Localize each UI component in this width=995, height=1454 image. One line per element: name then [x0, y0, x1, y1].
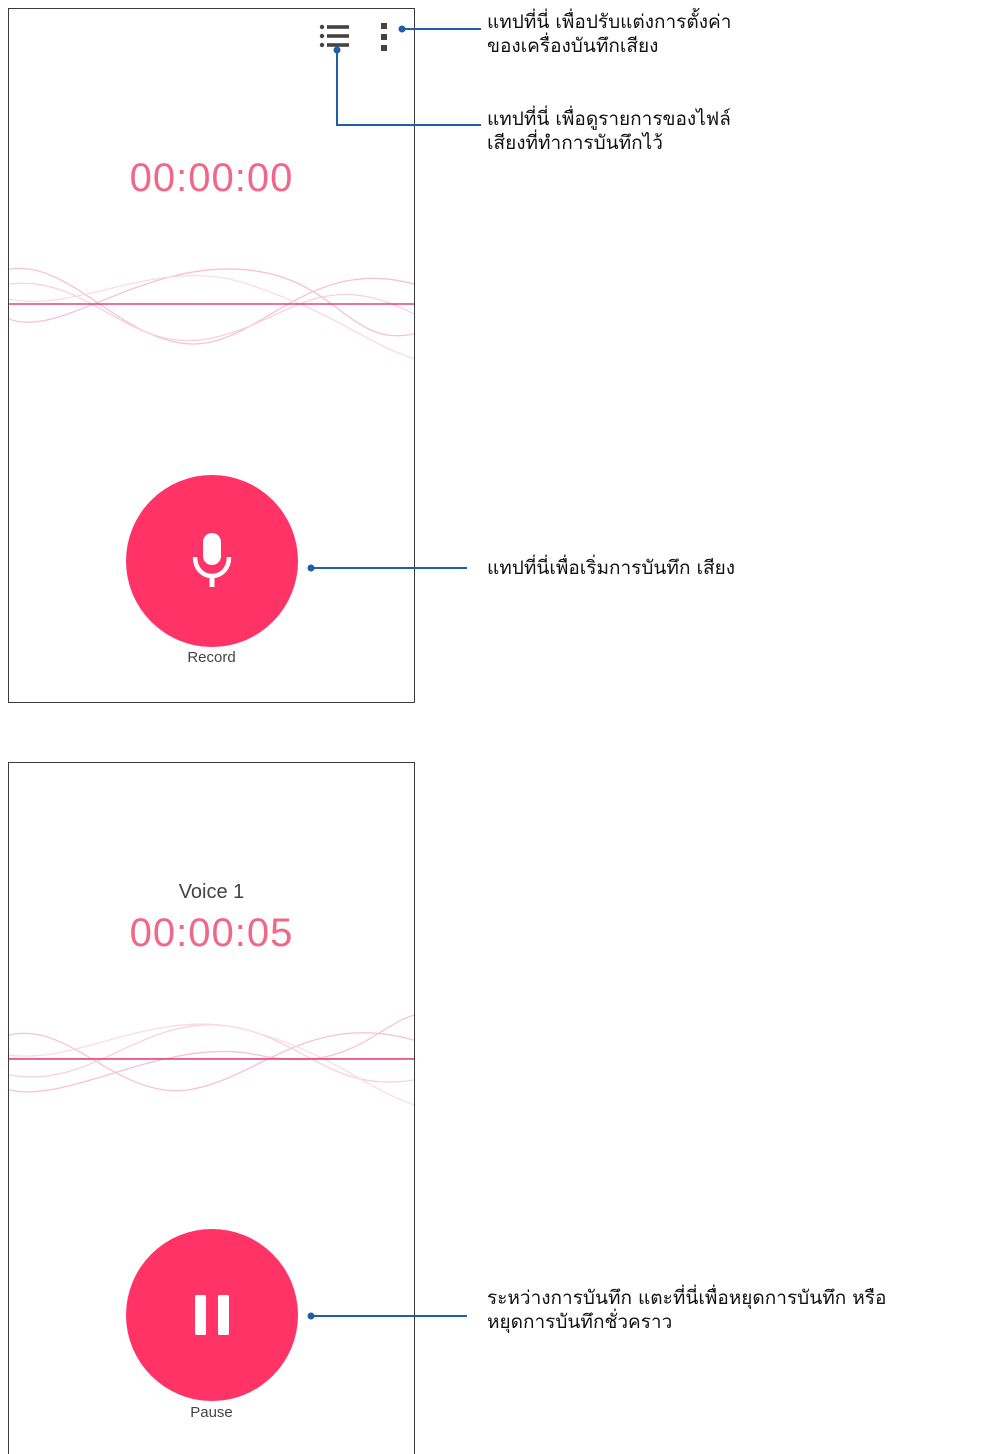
callout-file-list: แทปที่นี่ เพื่อดูรายการของไฟล์ เสียงที่ท…	[487, 108, 731, 154]
callout-pause: ระหว่างการบันทึก แตะที่นี่เพื่อหยุดการบั…	[487, 1287, 887, 1333]
callout-record: แทปที่นี่เพื่อเริ่มการบันทึก เสียง	[487, 557, 735, 579]
callout-settings: แทปที่นี่ เพื่อปรับแต่งการตั้งค่า ของเคร…	[487, 11, 732, 57]
callout-leaders	[307, 25, 481, 1320]
